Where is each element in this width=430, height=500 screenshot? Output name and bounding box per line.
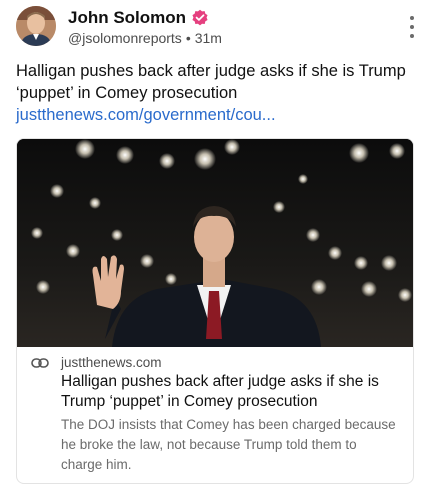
meta-separator: • (185, 30, 191, 46)
post-body-text: Halligan pushes back after judge asks if… (16, 60, 414, 126)
avatar[interactable] (16, 6, 56, 46)
post-header: John Solomon @jsolomonreports • 31m (16, 6, 416, 50)
post: John Solomon @jsolomonreports • 31m Hallig… (0, 0, 430, 500)
link-preview-image[interactable] (17, 139, 413, 347)
link-preview-domain: justthenews.com (61, 355, 162, 370)
verified-badge-icon (192, 9, 208, 26)
person-avatar-icon (16, 6, 56, 46)
author-handle[interactable]: @jsolomonreports (68, 30, 182, 46)
author-name-row: John Solomon (68, 8, 209, 28)
link-preview-description: The DOJ insists that Comey has been char… (61, 417, 396, 472)
photo-man-raising-hand-icon (17, 139, 413, 347)
more-dot-icon (410, 25, 414, 29)
post-timestamp[interactable]: 31m (195, 30, 222, 46)
link-preview-title: Halligan pushes back after judge asks if… (61, 373, 379, 410)
more-options-button[interactable] (408, 16, 416, 38)
post-link[interactable]: justthenews.com/government/cou... (16, 106, 276, 124)
author-display-name[interactable]: John Solomon (68, 8, 186, 28)
link-icon (31, 358, 49, 368)
more-dot-icon (410, 16, 414, 20)
more-dot-icon (410, 34, 414, 38)
post-text: Halligan pushes back after judge asks if… (16, 62, 406, 102)
link-preview-card[interactable]: justthenews.com Halligan pushes back aft… (16, 138, 414, 484)
author-meta: @jsolomonreports • 31m (68, 30, 222, 46)
